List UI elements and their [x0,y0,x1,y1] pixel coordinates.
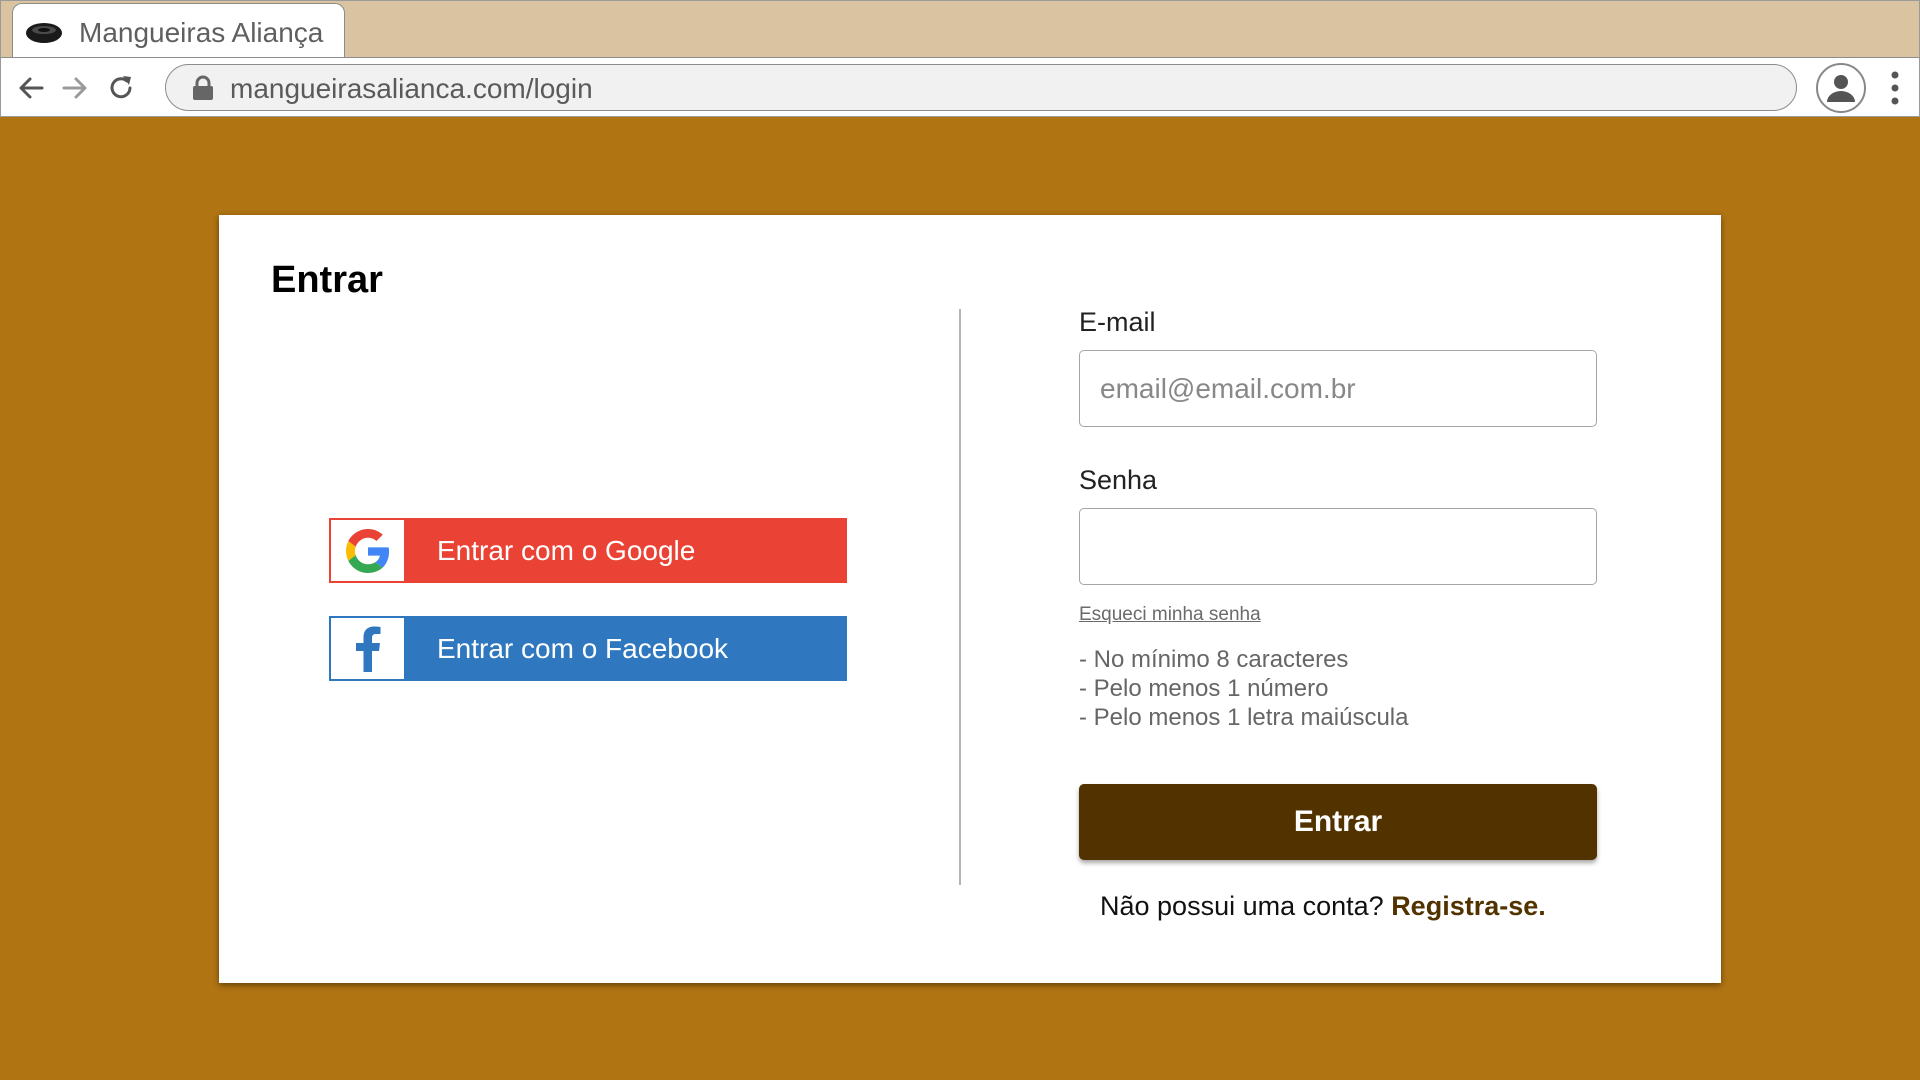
arrow-left-icon [19,77,44,99]
email-label: E-mail [1079,307,1156,337]
forgot-password-link[interactable]: Esqueci minha senha [1079,604,1261,626]
browser-tab-bar: Mangueiras Aliança [0,0,1920,59]
google-icon [345,528,389,573]
register-link[interactable]: Registra-se. [1391,891,1546,921]
hose-reel-icon [26,23,62,43]
password-rule: - No mínimo 8 caracteres [1079,646,1349,673]
register-prompt: Não possui uma conta? Registra-se. [1100,891,1546,922]
browser-tab[interactable]: Mangueiras Aliança [12,3,345,59]
facebook-login-button[interactable]: Entrar com o Facebook [329,616,847,681]
lock-icon [193,75,213,100]
register-prompt-text: Não possui uma conta? [1100,891,1392,921]
back-button[interactable] [11,68,51,108]
address-url: mangueirasalianca.com/login [230,73,593,104]
email-field[interactable] [1079,350,1597,427]
user-icon [1827,75,1855,102]
browser-toolbar: mangueirasalianca.com/login [0,57,1920,117]
reload-button[interactable] [101,68,141,108]
password-field[interactable] [1079,508,1597,585]
password-rules: - No mínimo 8 caracteres - Pelo menos 1 … [1079,645,1408,732]
google-login-button[interactable]: Entrar com o Google [329,518,847,583]
address-bar[interactable]: mangueirasalianca.com/login [165,64,1797,111]
page-title: Entrar [271,259,383,301]
forward-button[interactable] [55,68,95,108]
google-icon-box [331,520,404,581]
password-label: Senha [1079,465,1158,495]
password-rule: - Pelo menos 1 letra maiúscula [1079,704,1409,731]
facebook-icon [355,626,380,672]
login-card: Entrar Entrar com o Google Entrar com o … [219,215,1721,983]
column-divider [959,309,961,885]
google-login-label: Entrar com o Google [437,534,696,566]
profile-button[interactable] [1816,63,1866,113]
reload-icon [110,76,132,99]
facebook-icon-box [331,618,404,679]
tab-title: Mangueiras Aliança [79,17,324,48]
password-rule: - Pelo menos 1 número [1079,675,1329,702]
login-submit-button[interactable]: Entrar [1079,784,1597,860]
facebook-login-label: Entrar com o Facebook [437,632,729,664]
menu-button[interactable] [1883,68,1907,108]
arrow-right-icon [62,77,87,99]
more-vertical-icon [1891,71,1899,105]
